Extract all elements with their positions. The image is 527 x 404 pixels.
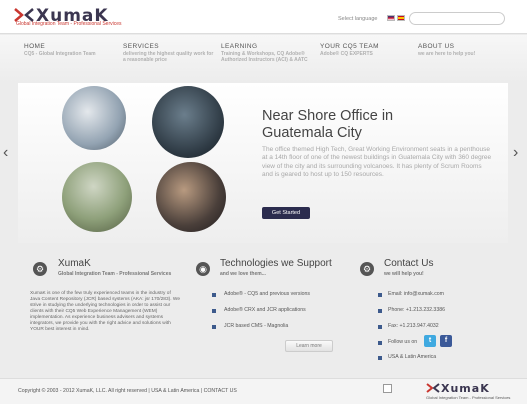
bullet-icon [378,341,382,345]
office-photo-4 [156,162,226,232]
bullet-icon [378,325,382,329]
bullet-icon [212,293,216,297]
technologies-column-title: Technologies we Support [220,258,332,269]
nav-item-your-cq5-team[interactable]: YOUR CQ5 TEAM Adobe® CQ EXPERTS [320,43,412,57]
nav-item-about-us[interactable]: ABOUT US we are here to help you! [418,43,518,57]
office-photo-2 [152,86,224,158]
office-photo-1 [62,86,126,150]
nav-subtitle: Adobe® CQ EXPERTS [320,51,373,57]
prev-slide-arrow-icon[interactable]: ‹ [3,144,8,162]
region-label: USA & Latin America [388,354,437,360]
footer-logo-mark-icon [426,383,440,393]
nav-item-home[interactable]: HOME CQ5 - Global Integration Team [24,43,116,57]
main-nav: HOME CQ5 - Global Integration Team SERVI… [0,35,527,83]
english-flag-icon[interactable] [387,15,395,21]
slide-body: The office themed High Tech, Great Worki… [262,146,492,179]
bullet-icon [212,309,216,313]
nav-item-learning[interactable]: LEARNING Training & Workshops, CQ Adobe®… [221,43,313,63]
contact-column-title: Contact Us [384,258,434,269]
gear-icon: ⚙ [360,262,374,276]
xumak-column-title: XumaK [58,258,91,269]
nav-title: LEARNING [221,43,258,50]
logo[interactable]: XumaK Global Integration Team - Professi… [14,6,134,30]
office-photo-3 [62,162,132,232]
search-input[interactable] [409,12,505,25]
spanish-flag-icon[interactable] [397,15,405,21]
footer-logo-tagline: Global Integration Team - Professional S… [426,395,511,400]
copyright-text: Copyright © 2003 - 2012 XumaK, LLC. All … [18,388,237,394]
language-label: Select language [338,16,378,22]
footer-logo-word[interactable]: XumaK [441,382,490,395]
nav-item-services[interactable]: SERVICES delivering the highest quality … [123,43,215,63]
technologies-column-subtitle: and we love them... [220,271,266,277]
globe-icon: ◉ [196,262,210,276]
nav-subtitle: delivering the highest quality work for … [123,51,214,63]
get-started-button[interactable]: Get Started [262,207,310,219]
xumak-description: XumaK is one of the few truly experience… [30,291,181,332]
bullet-icon [378,356,382,360]
list-item: Adobe® CRX and JCR applications [224,307,306,313]
gear-icon: ⚙ [33,262,47,276]
bullet-icon [378,309,382,313]
footer: Copyright © 2003 - 2012 XumaK, LLC. All … [0,378,527,404]
nav-subtitle: CQ5 - Global Integration Team [24,51,96,57]
broken-image-icon [383,384,392,393]
contact-phone: Phone: +1.213.232.3386 [388,307,445,313]
contact-email[interactable]: Email: info@xumak.com [388,291,444,297]
nav-title: YOUR CQ5 TEAM [320,43,379,50]
bullet-icon [212,325,216,329]
learn-more-button[interactable]: Learn more [285,340,333,352]
nav-title: ABOUT US [418,43,455,50]
list-item: JCR based CMS - Magnolia [224,323,289,329]
contact-column-subtitle: we will help you! [384,271,424,277]
follow-us-label: Follow us on [388,339,418,345]
nav-subtitle: Training & Workshops, CQ Adobe® Authoriz… [221,51,308,63]
nav-subtitle: we are here to help you! [418,51,476,57]
slide-title: Near Shore Office in Guatemala City [262,108,394,141]
logo-mark-icon [14,8,34,22]
nav-title: HOME [24,43,46,50]
nav-title: SERVICES [123,43,159,50]
list-item: Adobe® - CQ5 and previous versions [224,291,311,297]
logo-tagline: Global Integration Team - Professional S… [16,21,122,27]
xumak-column-subtitle: Global Integration Team - Professional S… [58,271,172,277]
next-slide-arrow-icon[interactable]: › [513,144,518,162]
bullet-icon [378,293,382,297]
contact-fax: Fax: +1.213.947.4032 [388,323,439,329]
twitter-icon[interactable]: t [424,335,436,347]
facebook-icon[interactable]: f [440,335,452,347]
header: XumaK Global Integration Team - Professi… [0,0,527,34]
